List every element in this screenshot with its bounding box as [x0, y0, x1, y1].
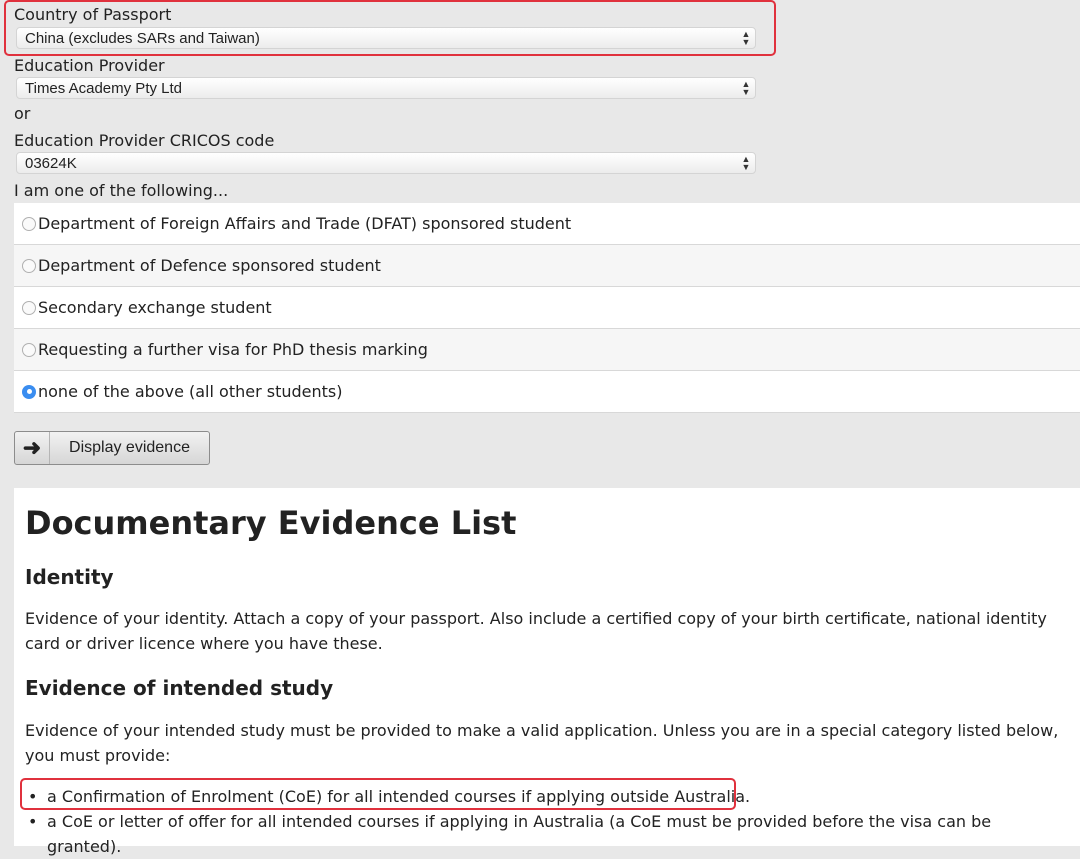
- evidence-form: Country of Passport China (excludes SARs…: [0, 0, 1080, 488]
- radio-button[interactable]: [22, 300, 36, 315]
- radio-button[interactable]: [22, 258, 36, 273]
- select-arrows-icon: ▲ ▼: [741, 79, 751, 97]
- coe-highlight-box: [20, 778, 736, 810]
- radio-option-label: Requesting a further visa for PhD thesis…: [38, 340, 428, 359]
- radio-button[interactable]: [22, 216, 36, 231]
- list-item: a CoE or letter of offer for all intende…: [25, 809, 1070, 859]
- display-evidence-label: Display evidence: [69, 439, 190, 456]
- radio-option-dfat[interactable]: Department of Foreign Affairs and Trade …: [14, 203, 1080, 245]
- study-heading: Evidence of intended study: [25, 676, 334, 700]
- provider-label: Education Provider: [14, 56, 165, 75]
- identity-text: Evidence of your identity. Attach a copy…: [25, 609, 1047, 653]
- radio-option-label: none of the above (all other students): [38, 382, 343, 401]
- select-arrows-icon: ▲ ▼: [741, 154, 751, 172]
- radio-option-defence[interactable]: Department of Defence sponsored student: [14, 245, 1080, 287]
- radio-button-selected[interactable]: [22, 384, 36, 399]
- arrow-right-icon: ➜: [15, 432, 50, 464]
- radio-option-label: Department of Foreign Affairs and Trade …: [38, 214, 572, 233]
- display-evidence-button[interactable]: ➜ Display evidence: [14, 431, 210, 465]
- radio-option-secondary-exchange[interactable]: Secondary exchange student: [14, 287, 1080, 329]
- evidence-list-title: Documentary Evidence List: [25, 504, 517, 542]
- study-text: Evidence of your intended study must be …: [25, 721, 1059, 765]
- cricos-label: Education Provider CRICOS code: [14, 131, 275, 150]
- radio-option-label: Secondary exchange student: [38, 298, 272, 317]
- or-label: or: [14, 104, 31, 123]
- cricos-select-value: 03624K: [25, 155, 77, 172]
- identity-heading: Identity: [25, 565, 114, 589]
- radio-option-label: Department of Defence sponsored student: [38, 256, 381, 275]
- provider-select-value: Times Academy Pty Ltd: [25, 80, 183, 97]
- category-label: I am one of the following...: [14, 181, 229, 200]
- provider-select[interactable]: Times Academy Pty Ltd ▲ ▼: [16, 77, 756, 99]
- category-radio-group: Department of Foreign Affairs and Trade …: [14, 203, 1080, 413]
- radio-option-phd-thesis[interactable]: Requesting a further visa for PhD thesis…: [14, 329, 1080, 371]
- radio-option-none-of-above[interactable]: none of the above (all other students): [14, 371, 1080, 413]
- passport-highlight-box: [4, 0, 776, 56]
- radio-button[interactable]: [22, 342, 36, 357]
- cricos-select[interactable]: 03624K ▲ ▼: [16, 152, 756, 174]
